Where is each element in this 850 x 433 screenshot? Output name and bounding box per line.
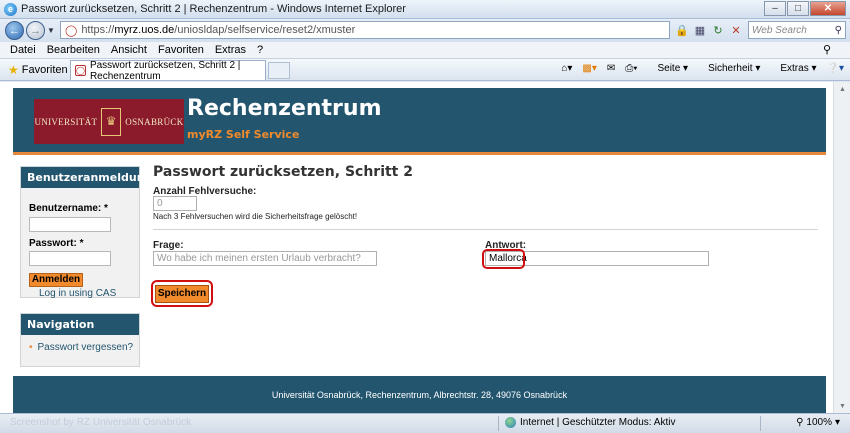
maximize-button[interactable]: □ xyxy=(787,1,809,16)
address-input[interactable]: ◯ https://myrz.uos.de/uniosldap/selfserv… xyxy=(60,21,670,39)
home-icon[interactable]: ⌂▾ xyxy=(561,63,572,74)
close-window-button[interactable]: ✕ xyxy=(810,1,846,16)
search-icon[interactable]: ⚲ xyxy=(835,25,842,36)
status-separator xyxy=(760,416,761,431)
attempts-hint: Nach 3 Fehlversuchen wird die Sicherheit… xyxy=(153,212,358,221)
zone-text: Internet | Geschützter Modus: Aktiv xyxy=(520,417,676,428)
site-container: UNIVERSITÄT ♛ OSNABRÜCK Rechenzentrum my… xyxy=(13,88,826,413)
stop-icon[interactable]: ✕ xyxy=(728,22,744,38)
print-icon[interactable]: ⎙▾ xyxy=(625,63,637,74)
menu-help[interactable]: ? xyxy=(257,44,263,56)
window-controls: – □ ✕ xyxy=(763,1,846,16)
site-footer: Universität Osnabrück, Rechenzentrum, Al… xyxy=(13,376,826,413)
login-box: Benutzeranmeldung Benutzername: * Passwo… xyxy=(20,166,152,299)
login-heading: Benutzeranmeldung xyxy=(21,167,152,188)
search-input[interactable]: Web Search ⚲ xyxy=(748,21,846,39)
favorites-star-icon: ★ xyxy=(8,62,19,77)
search-placeholder: Web Search xyxy=(752,24,807,36)
password-input[interactable] xyxy=(29,251,111,266)
navigation-box: Navigation • Passwort vergessen? xyxy=(20,313,140,367)
save-button[interactable]: Speichern xyxy=(155,285,209,303)
site-title: Rechenzentrum xyxy=(187,96,382,121)
site-header: UNIVERSITÄT ♛ OSNABRÜCK Rechenzentrum my… xyxy=(13,88,826,155)
username-input[interactable] xyxy=(29,217,111,232)
window-titlebar: e Passwort zurücksetzen, Schritt 2 | Rec… xyxy=(0,0,850,19)
mail-icon[interactable]: ✉ xyxy=(607,63,615,74)
page-viewport: UNIVERSITÄT ♛ OSNABRÜCK Rechenzentrum my… xyxy=(0,82,850,413)
menu-favoriten[interactable]: Favoriten xyxy=(158,44,204,56)
internet-globe-icon xyxy=(505,417,516,428)
footer-address: Universität Osnabrück, Rechenzentrum, Al… xyxy=(271,389,568,400)
zoom-level: 100% xyxy=(806,417,832,428)
menu-extras[interactable]: Extras xyxy=(215,44,246,56)
site-favicon-icon: ◯ xyxy=(65,24,78,37)
recent-pages-dropdown-icon[interactable]: ▼ xyxy=(47,26,55,35)
answer-highlight xyxy=(482,249,525,269)
minimize-button[interactable]: – xyxy=(764,1,786,16)
safety-menu[interactable]: Sicherheit ▾ xyxy=(698,63,760,74)
navigation-heading: Navigation xyxy=(21,314,139,335)
menu-bearbeiten[interactable]: Bearbeiten xyxy=(47,44,100,56)
browser-tab-active[interactable]: ◯ Passwort zurücksetzen, Schritt 2 | Rec… xyxy=(70,59,266,82)
tab-title: Passwort zurücksetzen, Schritt 2 | Reche… xyxy=(89,59,241,82)
menu-datei[interactable]: Datei xyxy=(10,44,36,56)
compatibility-view-icon[interactable]: ▦ xyxy=(692,22,708,38)
window-title: Passwort zurücksetzen, Schritt 2 | Reche… xyxy=(21,3,406,15)
scroll-up-icon[interactable]: ▲ xyxy=(834,82,850,96)
address-bar-row: ← → ▼ ◯ https://myrz.uos.de/uniosldap/se… xyxy=(0,19,850,42)
screenshot-watermark: Screenshot by RZ Universität Osnabrück xyxy=(10,417,192,428)
address-tools: 🔒 ▦ ↻ ✕ xyxy=(674,22,746,38)
status-bar: Screenshot by RZ Universität Osnabrück I… xyxy=(0,413,850,433)
command-bar: ⌂▾ ▩▾ ✉ ⎙▾ Seite ▾ Sicherheit ▾ Extras ▾… xyxy=(551,63,844,74)
menubar-search-icon[interactable]: ⚲ xyxy=(823,43,831,56)
question-label: Frage: xyxy=(153,240,184,251)
vertical-scrollbar[interactable]: ▲ ▼ xyxy=(833,82,850,413)
favorites-label: Favoriten xyxy=(21,63,68,76)
ie-app-icon: e xyxy=(4,2,17,16)
tools-menu[interactable]: Extras ▾ xyxy=(770,63,816,74)
back-button[interactable]: ← xyxy=(5,21,24,40)
status-separator xyxy=(498,416,499,431)
forward-button[interactable]: → xyxy=(26,21,45,40)
security-zone[interactable]: Internet | Geschützter Modus: Aktiv xyxy=(505,417,675,428)
cas-login-link[interactable]: Log in using CAS xyxy=(39,288,116,299)
nav-item-forgot-password[interactable]: • Passwort vergessen? xyxy=(29,342,133,353)
zoom-dropdown-icon: ▾ xyxy=(834,417,840,428)
attempts-field: 0 xyxy=(153,196,197,211)
menu-ansicht[interactable]: Ansicht xyxy=(111,44,147,56)
help-icon[interactable]: ❔▾ xyxy=(827,63,844,74)
url-prefix: https:// xyxy=(81,24,115,36)
scroll-down-icon[interactable]: ▼ xyxy=(834,399,850,413)
page-title: Passwort zurücksetzen, Schritt 2 xyxy=(153,164,413,180)
url-host: myrz.uos.de xyxy=(114,24,175,36)
tab-favicon-icon: ◯ xyxy=(75,65,86,76)
feeds-icon[interactable]: ▩▾ xyxy=(582,63,596,74)
logo-text-left: UNIVERSITÄT xyxy=(34,116,98,127)
favorites-button[interactable]: ★ Favoriten xyxy=(8,63,68,77)
zoom-icon: ⚲ xyxy=(796,417,804,428)
password-label: Passwort: * xyxy=(29,238,84,249)
divider xyxy=(153,229,818,230)
bullet-icon: • xyxy=(29,342,33,353)
university-logo[interactable]: UNIVERSITÄT ♛ OSNABRÜCK xyxy=(34,99,184,144)
lock-icon[interactable]: 🔒 xyxy=(674,22,690,38)
site-subtitle: myRZ Self Service xyxy=(187,128,300,141)
login-button[interactable]: Anmelden xyxy=(29,273,83,287)
username-label: Benutzername: * xyxy=(29,203,108,214)
url-path: /uniosldap/selfservice/reset2/xmuster xyxy=(174,24,356,36)
question-field: Wo habe ich meinen ersten Urlaub verbrac… xyxy=(153,251,377,266)
refresh-icon[interactable]: ↻ xyxy=(710,22,726,38)
page-menu[interactable]: Seite ▾ xyxy=(647,63,688,74)
new-tab-button[interactable] xyxy=(268,62,290,79)
menu-bar: Datei Bearbeiten Ansicht Favoriten Extra… xyxy=(0,42,850,59)
favorites-bar: ★ Favoriten ◯ Passwort zurücksetzen, Sch… xyxy=(0,59,850,82)
logo-text-right: OSNABRÜCK xyxy=(125,116,184,127)
zoom-control[interactable]: ⚲ 100% ▾ xyxy=(796,417,840,428)
crest-icon: ♛ xyxy=(101,107,122,136)
